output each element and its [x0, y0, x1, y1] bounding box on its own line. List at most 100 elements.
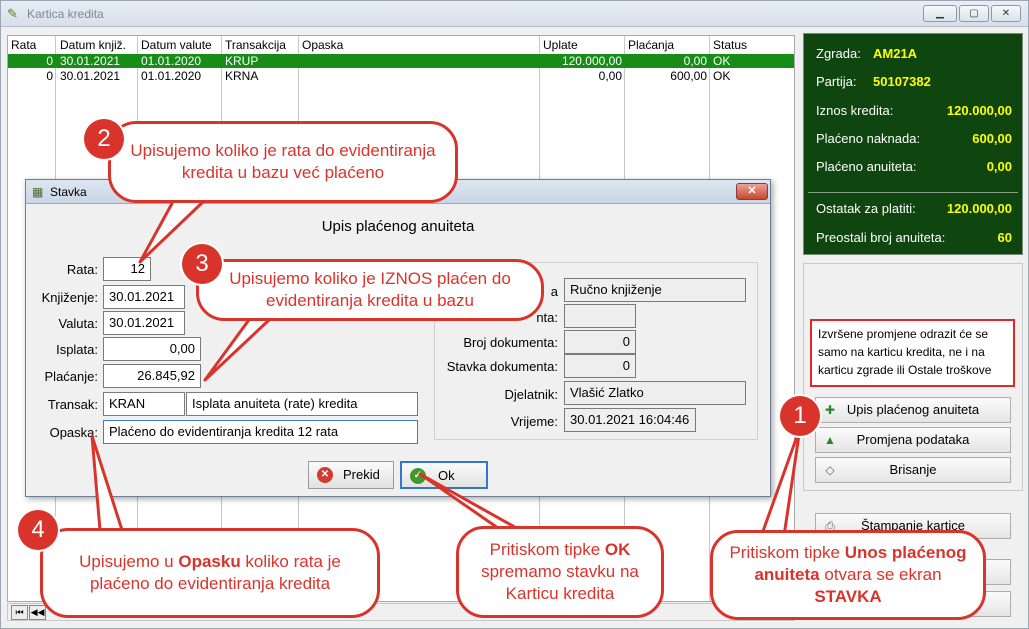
- table-row[interactable]: 0 30.01.2021 01.01.2020 KRUP 120.000,00 …: [8, 54, 794, 68]
- cancel-icon: ✕: [317, 467, 333, 483]
- callout-1-text: Pritiskom tipke Unos plaćenog anuiteta o…: [723, 542, 973, 608]
- callout-1-text-mid: otvara se ekran: [819, 565, 942, 584]
- broj-dokumenta-field: 0: [564, 330, 636, 354]
- djelatnik-field: Vlašić Zlatko: [564, 381, 746, 405]
- nav-first-button[interactable]: ⏮: [11, 605, 28, 620]
- column-header-datum-knjizenja[interactable]: Datum knjiž.: [60, 38, 126, 52]
- rata-field[interactable]: 12: [103, 257, 151, 281]
- callout-4-text-pre: Upisujemo u: [79, 552, 179, 571]
- table-row[interactable]: 0 30.01.2021 01.01.2020 KRNA 0,00 600,00…: [8, 69, 794, 83]
- callout-3-bubble: Upisujemo koliko je IZNOS plaćen do evid…: [196, 259, 544, 321]
- vrijeme-label: Vrijeme:: [510, 414, 558, 429]
- info-zgrada-label: Zgrada:: [816, 46, 861, 61]
- cell-rata: 0: [46, 69, 53, 83]
- dialog-app-icon: ▦: [32, 185, 44, 199]
- promjena-podataka-button[interactable]: ▲ Promjena podataka: [815, 427, 1011, 453]
- cell-status: OK: [713, 54, 731, 68]
- callout-ok-text-bold: OK: [604, 540, 631, 559]
- valuta-field[interactable]: 30.01.2021: [103, 311, 185, 335]
- callout-1-text-pre: Pritiskom tipke: [729, 543, 845, 562]
- notice-box: Izvršene promjene odrazit će se samo na …: [810, 319, 1015, 387]
- callout-1-number: 1: [780, 396, 820, 436]
- column-header-opaska[interactable]: Opaska: [302, 38, 343, 52]
- column-header-placanja[interactable]: Plaćanja: [628, 38, 674, 52]
- knjizenje-field[interactable]: 30.01.2021: [103, 285, 185, 309]
- transak-label: Transak:: [47, 397, 98, 412]
- transak-code-field[interactable]: KRAN: [103, 392, 185, 416]
- prekid-button[interactable]: ✕ Prekid: [308, 461, 394, 489]
- isplata-field[interactable]: 0,00: [103, 337, 201, 361]
- ok-button[interactable]: ✓ Ok: [400, 461, 488, 489]
- dialog-close-button[interactable]: ✕: [736, 183, 768, 200]
- cell-placanja: 0,00: [683, 54, 707, 68]
- cell-datum-knjizenja: 30.01.2021: [60, 54, 121, 68]
- callout-4-text: Upisujemo u Opasku koliko rata je plaćen…: [53, 551, 367, 595]
- window-title: Kartica kredita: [27, 7, 104, 21]
- info-naknada-label: Plaćeno naknada:: [816, 131, 921, 146]
- title-bar: ✎ Kartica kredita ▁ ▢ ✕: [1, 1, 1028, 27]
- callout-1-text-bold2: STAVKA: [814, 587, 882, 606]
- info-iznos: Iznos kredita: 120.000,00: [816, 103, 1012, 121]
- brisanje-button[interactable]: ◇ Brisanje: [815, 457, 1011, 483]
- nacin-knjizenja-field: Ručno knjiženje: [564, 278, 746, 302]
- upis-placenog-anuiteta-button[interactable]: ✚ Upis plaćenog anuiteta: [815, 397, 1011, 423]
- callout-ok-text: Pritiskom tipke OK spremamo stavku na Ka…: [469, 539, 651, 605]
- column-header-datum-valute[interactable]: Datum valute: [141, 38, 212, 52]
- placanje-label: Plaćanje:: [44, 369, 98, 384]
- stavka-dokumenta-label: Stavka dokumenta:: [446, 359, 558, 374]
- column-header-status[interactable]: Status: [713, 38, 747, 52]
- minimize-button[interactable]: ▁: [923, 5, 957, 22]
- djelatnik-label: Djelatnik:: [504, 387, 558, 402]
- cell-uplate: 0,00: [598, 69, 622, 83]
- close-button[interactable]: ✕: [991, 5, 1021, 22]
- info-partija-label: Partija:: [816, 74, 857, 89]
- app-icon: ✎: [7, 6, 18, 21]
- vezni-dokument-field: [564, 304, 636, 328]
- isplata-label: Isplata:: [56, 342, 98, 357]
- column-header-uplate[interactable]: Uplate: [543, 38, 578, 52]
- prekid-button-label: Prekid: [343, 467, 380, 482]
- opaska-field[interactable]: Plaćeno do evidentiranja kredita 12 rata: [103, 420, 418, 444]
- cell-uplate: 120.000,00: [561, 54, 622, 68]
- maximize-button[interactable]: ▢: [959, 5, 989, 22]
- info-zgrada: Zgrada: AM21A: [816, 46, 1012, 64]
- callout-4-number: 4: [18, 510, 58, 550]
- callout-2-bubble: Upisujemo koliko je rata do evidentiranj…: [108, 121, 458, 203]
- stavka-dokumenta-field: 0: [564, 354, 636, 378]
- nav-prev-page-button[interactable]: ◀◀: [29, 605, 46, 620]
- rata-label: Rata:: [66, 262, 98, 277]
- info-naknada-value: 600,00: [972, 131, 1012, 146]
- cell-datum-valute: 01.01.2020: [141, 54, 202, 68]
- info-preostali: Preostali broj anuiteta: 60: [816, 230, 1012, 248]
- placanje-field[interactable]: 26.845,92: [103, 364, 201, 388]
- brisanje-button-label: Brisanje: [889, 462, 937, 477]
- edit-triangle-icon: ▲: [824, 433, 836, 447]
- knjizenje-label: Knjiženje:: [41, 290, 98, 305]
- credit-info-panel: Zgrada: AM21A Partija: 50107382 Iznos kr…: [803, 33, 1023, 255]
- cell-rata: 0: [46, 54, 53, 68]
- callout-ok-text-pre: Pritiskom tipke: [489, 540, 605, 559]
- dialog-title: Stavka: [50, 185, 87, 199]
- cell-transakcija: KRNA: [225, 69, 259, 83]
- info-preostali-label: Preostali broj anuiteta:: [816, 230, 946, 245]
- cell-placanja: 600,00: [670, 69, 707, 83]
- callout-ok-text-post: spremamo stavku na Karticu kredita: [481, 562, 639, 603]
- eraser-icon: ◇: [825, 463, 835, 477]
- info-partija-value: 50107382: [873, 74, 931, 89]
- add-record-icon: ✚: [824, 403, 836, 417]
- broj-dokumenta-label: Broj dokumenta:: [463, 335, 558, 350]
- cell-datum-knjizenja: 30.01.2021: [60, 69, 121, 83]
- callout-1-bubble: Pritiskom tipke Unos plaćenog anuiteta o…: [710, 530, 986, 620]
- column-header-rata[interactable]: Rata: [11, 38, 36, 52]
- info-zgrada-value: AM21A: [873, 46, 918, 61]
- info-anuiteta: Plaćeno anuiteta: 0,00: [816, 159, 1012, 177]
- upis-button-label: Upis plaćenog anuiteta: [846, 402, 980, 417]
- info-divider: [808, 192, 1018, 193]
- dialog-heading: Upis plaćenog anuiteta: [321, 218, 475, 235]
- cell-datum-valute: 01.01.2020: [141, 69, 202, 83]
- info-preostali-value: 60: [997, 230, 1012, 245]
- info-naknada: Plaćeno naknada: 600,00: [816, 131, 1012, 149]
- info-iznos-value: 120.000,00: [946, 103, 1012, 118]
- vrijeme-field: 30.01.2021 16:04:46: [564, 408, 696, 432]
- column-header-transakcija[interactable]: Transakcija: [225, 38, 286, 52]
